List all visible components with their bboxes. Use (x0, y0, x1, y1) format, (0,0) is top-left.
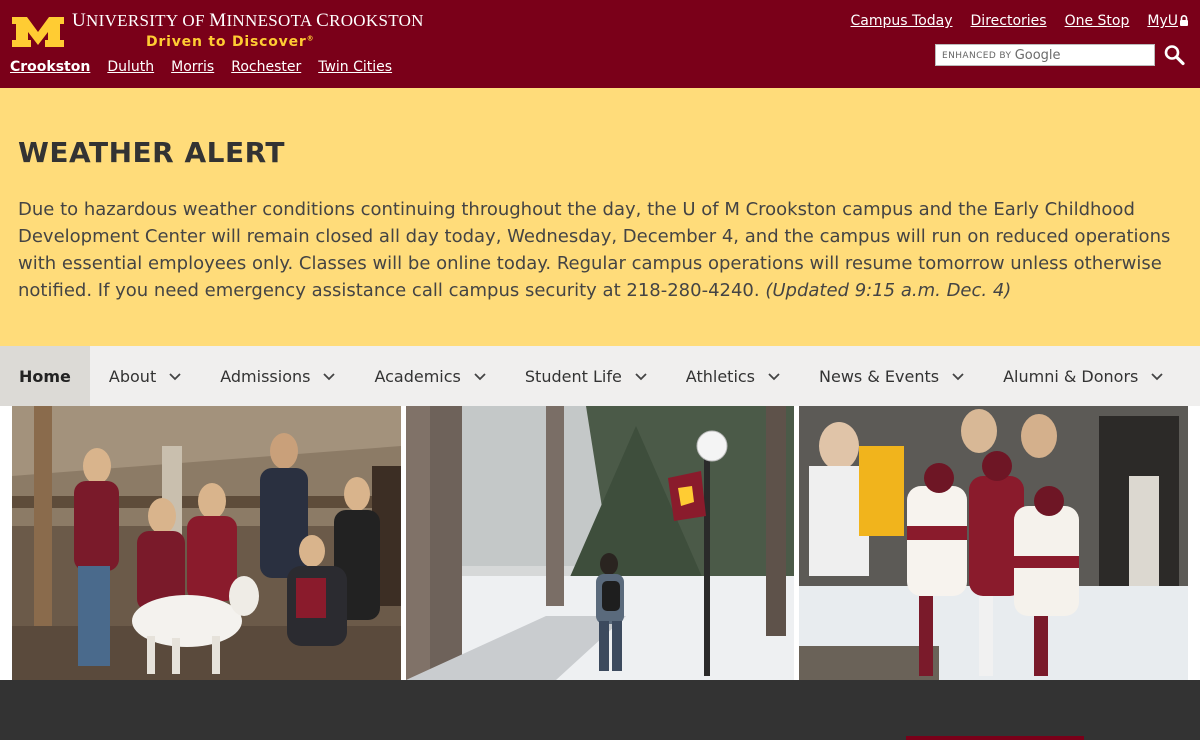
nav-item-about[interactable]: About (90, 346, 201, 406)
nav-item-athletics[interactable]: Athletics (667, 346, 800, 406)
weather-alert-banner: WEATHER ALERT Due to hazardous weather c… (0, 88, 1200, 346)
nav-label: Academics (374, 366, 461, 386)
nav-item-home[interactable]: Home (0, 346, 90, 406)
nav-item-student-life[interactable]: Student Life (506, 346, 667, 406)
nav-item-academics[interactable]: Academics (355, 346, 505, 406)
nav-item-news-events[interactable]: News & Events (800, 346, 984, 406)
search-icon[interactable] (1163, 44, 1187, 66)
students-with-goat-photo (12, 406, 401, 680)
nav-label: Student Life (524, 366, 622, 386)
alert-title: WEATHER ALERT (18, 136, 286, 169)
chevron-down-icon (1151, 373, 1164, 381)
campus-winter-walk-photo (406, 406, 794, 680)
campus-today-link[interactable]: Campus Today (851, 13, 953, 29)
nav-label: Home (19, 366, 71, 386)
nav-label: Admissions (220, 366, 311, 386)
nav-item-alumni-donors[interactable]: Alumni & Donors (984, 346, 1183, 406)
campus-link-crookston[interactable]: Crookston (10, 59, 90, 75)
campus-links: Crookston Duluth Morris Rochester Twin C… (10, 59, 392, 75)
nav-label: About (108, 366, 157, 386)
hockey-celebration-photo (799, 406, 1188, 680)
search-box[interactable]: ENHANCED BY Google (935, 44, 1155, 66)
chevron-down-icon (952, 373, 964, 381)
lock-icon (1179, 15, 1189, 26)
one-stop-link[interactable]: One Stop (1065, 13, 1130, 29)
chevron-down-icon (169, 373, 181, 381)
nav-label: Athletics (685, 366, 756, 386)
block-m-logo[interactable] (10, 15, 66, 49)
myu-link[interactable]: MyU (1147, 13, 1189, 29)
myu-label: MyU (1147, 13, 1178, 29)
directories-link[interactable]: Directories (971, 13, 1047, 29)
campus-link-duluth[interactable]: Duluth (107, 59, 154, 75)
utility-links: Campus Today Directories One Stop MyU (851, 13, 1189, 29)
search-input[interactable] (936, 45, 1154, 65)
chevron-down-icon (323, 373, 336, 381)
chevron-down-icon (768, 373, 780, 381)
alert-body: Due to hazardous weather conditions cont… (18, 196, 1188, 304)
campus-link-rochester[interactable]: Rochester (231, 59, 301, 75)
site-header: UNIVERSITY OF MINNESOTA CROOKSTON Driven… (0, 0, 1200, 88)
photo-strip (0, 406, 1200, 680)
chevron-down-icon (474, 373, 486, 381)
nav-label: Alumni & Donors (1003, 366, 1139, 386)
alert-updated-note: (Updated 9:15 a.m. Dec. 4) (765, 280, 1012, 301)
footer-button[interactable] (906, 736, 1084, 740)
campus-link-morris[interactable]: Morris (171, 59, 214, 75)
campus-link-twin-cities[interactable]: Twin Cities (318, 59, 392, 75)
tagline: Driven to Discover® (146, 34, 315, 50)
chevron-down-icon (635, 373, 647, 381)
university-name[interactable]: UNIVERSITY OF MINNESOTA CROOKSTON (72, 10, 424, 32)
main-nav: Home About Admissions Academics Student … (0, 346, 1200, 406)
nav-label: News & Events (819, 366, 940, 386)
nav-item-admissions[interactable]: Admissions (201, 346, 355, 406)
footer-band (0, 680, 1200, 740)
